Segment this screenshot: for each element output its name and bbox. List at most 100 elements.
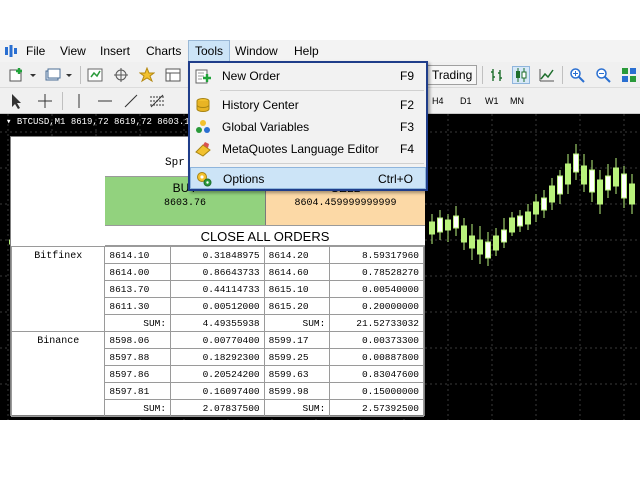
- candle-body: [469, 235, 475, 249]
- candle-body: [477, 239, 483, 255]
- ask-volume: 0.00887800: [329, 348, 424, 366]
- timeframe-mn[interactable]: MN: [510, 92, 524, 110]
- menu-item-history-center[interactable]: History Center F2: [190, 94, 426, 116]
- candle-body: [461, 225, 467, 243]
- candle-body: [509, 217, 515, 233]
- timeframe-d1[interactable]: D1: [460, 92, 472, 110]
- bid-price: 8614.10: [104, 246, 172, 264]
- exchange-name: Binance: [10, 331, 106, 417]
- ask-volume: 0.00373300: [329, 331, 424, 349]
- bid-price: 8597.81: [104, 382, 172, 400]
- options-icon: [197, 172, 212, 187]
- menu-view[interactable]: View: [54, 40, 92, 62]
- auto-trading-label: Trading: [432, 68, 473, 82]
- market-watch-icon[interactable]: [86, 66, 104, 84]
- candle-body: [445, 219, 451, 231]
- table-row: Bitfinex 8614.10 0.31848975 8614.20 8.59…: [10, 246, 424, 332]
- terminal-icon[interactable]: [164, 66, 182, 84]
- bid-sum: 4.49355938: [170, 314, 265, 332]
- candle-body: [581, 165, 587, 185]
- menu-item-label: History Center: [222, 98, 299, 112]
- bid-volume: 0.00770400: [170, 331, 265, 349]
- menu-item-shortcut: F4: [399, 142, 414, 156]
- ask-volume: 8.59317960: [329, 246, 424, 264]
- bid-price: 8597.86: [104, 365, 172, 383]
- candle-body: [613, 167, 619, 187]
- menu-item-metaquotes-language-editor[interactable]: MetaQuotes Language Editor F4: [190, 138, 426, 160]
- bid-price: 8611.30: [104, 297, 172, 315]
- ask-volume: 0.00540000: [329, 280, 424, 298]
- timeframe-w1[interactable]: W1: [485, 92, 499, 110]
- line-chart-icon[interactable]: [538, 66, 556, 84]
- candle-body: [525, 211, 531, 225]
- menu-item-shortcut: F2: [399, 98, 414, 112]
- zoom-out-icon[interactable]: [594, 66, 612, 84]
- tools-dropdown-menu: New Order F9 History Center F2 Global Va…: [188, 61, 428, 191]
- menu-item-options[interactable]: Options Ctrl+O: [190, 167, 426, 189]
- candle-body: [621, 173, 627, 199]
- candle-body: [437, 217, 443, 233]
- candlestick-chart-icon[interactable]: [512, 66, 530, 84]
- ask-volume: 0.78528270: [329, 263, 424, 281]
- trend-line-icon[interactable]: [122, 92, 140, 110]
- horizontal-line-icon[interactable]: [96, 92, 114, 110]
- ask-price: 8614.60: [263, 263, 331, 281]
- menu-item-label: Options: [223, 172, 265, 186]
- menu-insert[interactable]: Insert: [94, 40, 136, 62]
- timeframe-h4[interactable]: H4: [432, 92, 444, 110]
- order-book-table: Bitfinex 8614.10 0.31848975 8614.20 8.59…: [10, 246, 424, 417]
- crosshair-icon[interactable]: [36, 92, 54, 110]
- menu-help[interactable]: Help: [288, 40, 325, 62]
- bar-chart-icon[interactable]: [488, 66, 506, 84]
- candle-body: [549, 185, 555, 203]
- menu-item-label: MetaQuotes Language Editor: [222, 142, 379, 156]
- toolbar-separator: [80, 66, 81, 84]
- menu-item-shortcut: F9: [399, 69, 414, 83]
- toolbar-separator: [62, 92, 63, 110]
- crosshair-target-icon[interactable]: [112, 66, 130, 84]
- ask-price: 8599.17: [263, 331, 331, 349]
- bid-volume: 0.18292300: [170, 348, 265, 366]
- chevron-down-icon[interactable]: [28, 66, 38, 84]
- menu-file[interactable]: File: [20, 40, 51, 62]
- tile-windows-icon[interactable]: [620, 66, 638, 84]
- candle-body: [557, 175, 563, 195]
- bid-volume: 0.44114733: [170, 280, 265, 298]
- ask-price: 8615.10: [263, 280, 331, 298]
- toolbar-separator: [482, 66, 483, 84]
- zoom-in-icon[interactable]: [568, 66, 586, 84]
- ask-volume: 0.15000000: [329, 382, 424, 400]
- bid-price: 8597.88: [104, 348, 172, 366]
- menu-item-new-order[interactable]: New Order F9: [190, 65, 426, 87]
- bid-price: 8613.70: [104, 280, 172, 298]
- menu-item-global-variables[interactable]: Global Variables F3: [190, 116, 426, 138]
- auto-trading-button[interactable]: Trading: [425, 65, 478, 85]
- new-chart-icon[interactable]: [8, 66, 26, 84]
- menu-charts[interactable]: Charts: [140, 40, 187, 62]
- menu-window[interactable]: Window: [229, 40, 284, 62]
- new-order-icon: [195, 69, 211, 84]
- fibonacci-icon[interactable]: [148, 92, 166, 110]
- chevron-down-icon[interactable]: [64, 66, 74, 84]
- ask-sum: 2.57392500: [329, 399, 424, 417]
- close-all-orders-button[interactable]: CLOSE ALL ORDERS: [105, 225, 425, 246]
- navigator-star-icon[interactable]: [138, 66, 156, 84]
- bid-volume: 0.20524200: [170, 365, 265, 383]
- ask-price: 8599.63: [263, 365, 331, 383]
- candle-body: [501, 229, 507, 243]
- candle-body: [589, 169, 595, 193]
- candle-body: [597, 179, 603, 205]
- candle-body: [541, 197, 547, 211]
- ask-price: 8614.20: [263, 246, 331, 264]
- toolbar-separator: [562, 66, 563, 84]
- menu-tools[interactable]: Tools: [188, 40, 231, 62]
- app-icon: [5, 45, 17, 57]
- sum-label: SUM:: [104, 314, 172, 332]
- menu-separator: [220, 163, 424, 164]
- profiles-icon[interactable]: [44, 66, 62, 84]
- menu-item-shortcut: Ctrl+O: [377, 172, 413, 186]
- metaeditor-icon: [195, 142, 211, 157]
- vertical-line-icon[interactable]: [70, 92, 88, 110]
- cursor-arrow-icon[interactable]: [8, 92, 26, 110]
- ask-price: 8615.20: [263, 297, 331, 315]
